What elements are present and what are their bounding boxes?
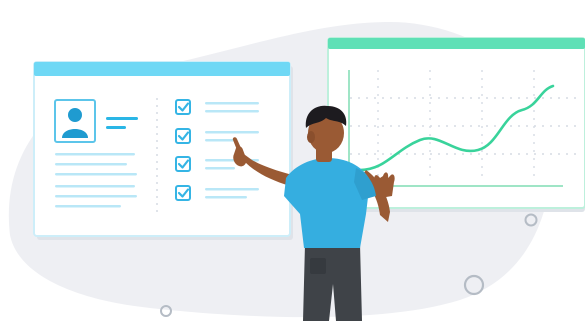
left-panel-body <box>33 61 291 237</box>
profile-name-line <box>106 117 138 120</box>
illustration-svg <box>8 22 585 321</box>
checklist-line <box>205 139 235 142</box>
checklist-line <box>205 131 259 134</box>
checklist-line <box>205 167 235 170</box>
profile-subtitle-line <box>106 126 126 129</box>
profile-text-line-5 <box>55 195 137 198</box>
person-ear <box>307 131 315 143</box>
checklist-line <box>205 196 247 199</box>
checklist-line <box>205 102 259 105</box>
checklist-line <box>205 188 259 191</box>
left-panel <box>33 61 293 240</box>
profile-text-line-1 <box>55 153 135 156</box>
illustration-stage <box>0 0 585 321</box>
person-back-pocket <box>310 258 326 274</box>
profile-text-line-2 <box>55 163 127 166</box>
profile-text-line-4 <box>55 185 135 188</box>
right-panel-header <box>328 38 585 49</box>
checklist-line <box>205 110 259 113</box>
profile-text-line-6 <box>55 205 121 208</box>
profile-text-line-3 <box>55 173 137 176</box>
left-panel-header <box>34 62 290 76</box>
avatar-head-icon <box>68 108 82 122</box>
